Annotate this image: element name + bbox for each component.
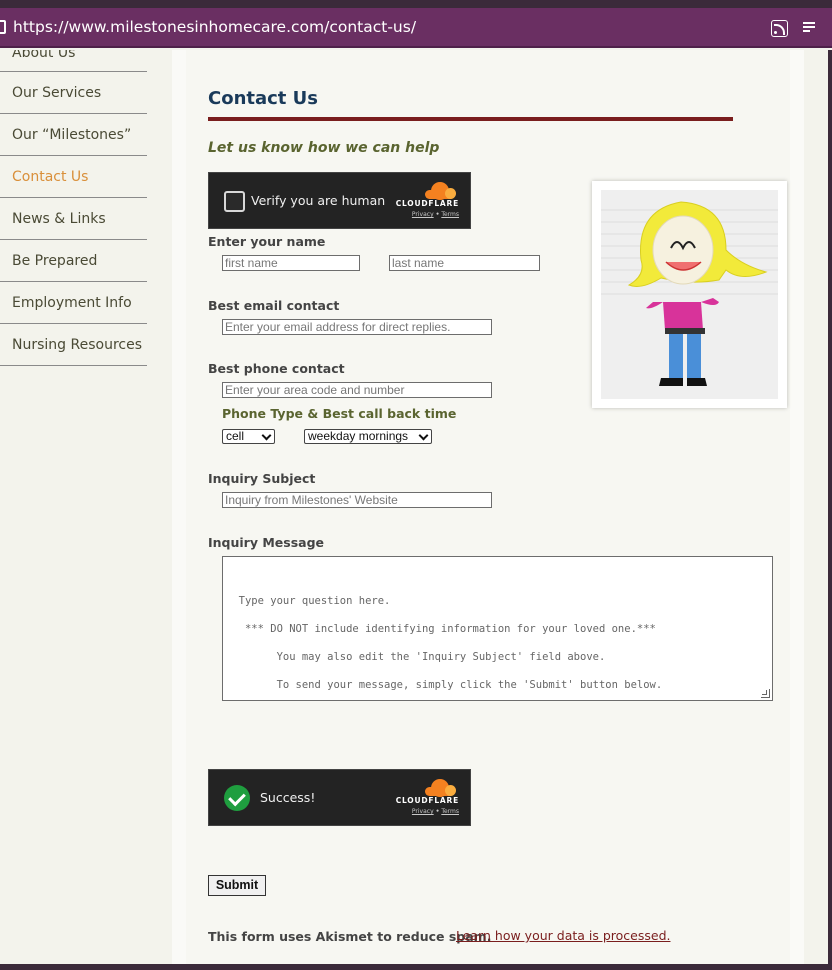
chevron-down-icon [261,430,272,441]
child-drawing-image [601,190,778,399]
subject-input[interactable]: Inquiry from Milestones' Website [222,492,492,508]
message-placeholder: Type your question here. *** DO NOT incl… [238,595,663,691]
page-title: Contact Us [208,88,319,109]
captcha-verify-label: Verify you are human [251,193,386,208]
address-bar[interactable]: https://www.milestonesinhomecare.com/con… [0,8,832,48]
captcha-privacy-link[interactable]: Privacy [412,808,434,815]
email-label: Best email contact [208,298,340,313]
phone-label: Best phone contact [208,361,345,376]
phone-input[interactable]: Enter your area code and number [222,382,492,398]
captcha-terms-link[interactable]: Terms [441,211,459,218]
callback-time-value: weekday mornings [308,429,409,443]
cloudflare-brand: CLOUDFLARE [395,199,459,208]
last-name-input[interactable]: last name [389,255,540,271]
captcha-links: Privacy • Terms [389,808,459,815]
message-textarea[interactable]: Type your question here. *** DO NOT incl… [222,556,773,701]
sidebar-item-news-links[interactable]: News & Links [0,198,147,240]
phone-type-label: Phone Type & Best call back time [222,406,457,421]
email-input[interactable]: Enter your email address for direct repl… [222,319,492,335]
captcha-terms-link[interactable]: Terms [441,808,459,815]
chevron-down-icon [418,430,429,441]
captcha-link-separator: • [435,211,440,218]
sidebar-item-our-services[interactable]: Our Services [0,72,147,114]
sidebar-item-about-us[interactable]: About Us [0,50,147,72]
cloudflare-logo: CLOUDFLARE Privacy • Terms [389,779,459,819]
captcha-link-separator: • [435,808,440,815]
title-divider [208,117,733,121]
submit-button[interactable]: Submit [208,875,266,896]
callback-time-select[interactable]: weekday mornings [304,429,432,444]
sidebar-item-employment-info[interactable]: Employment Info [0,282,147,324]
reader-view-icon[interactable] [803,22,815,33]
cloudflare-logo: CLOUDFLARE Privacy • Terms [389,182,459,222]
resize-handle-icon[interactable] [761,689,770,698]
phone-type-select[interactable]: cell [222,429,275,444]
window-top-edge [0,0,832,8]
subject-label: Inquiry Subject [208,471,316,486]
rss-icon[interactable] [771,20,788,37]
sidebar-item-our-milestones[interactable]: Our “Milestones” [0,114,147,156]
child-drawing-frame [592,181,787,408]
sidebar-item-be-prepared[interactable]: Be Prepared [0,240,147,282]
check-circle-icon [224,785,250,811]
page-subtitle: Let us know how we can help [208,140,440,156]
captcha-success-label: Success! [260,790,316,805]
captcha-links: Privacy • Terms [389,211,459,218]
captcha-success-widget: Success! CLOUDFLARE Privacy • Terms [208,769,471,826]
captcha-verify-widget: Verify you are human CLOUDFLARE Privacy … [208,172,471,229]
url-text[interactable]: https://www.milestonesinhomecare.com/con… [13,18,416,36]
cloudflare-brand: CLOUDFLARE [395,796,459,805]
akismet-notice: This form uses Akismet to reduce spam. [208,929,492,944]
sidebar-nav: About Us Our Services Our “Milestones” C… [0,50,150,366]
window-right-edge [828,50,832,964]
message-label: Inquiry Message [208,535,325,550]
captcha-checkbox[interactable] [224,191,245,212]
window-bottom-edge [0,964,832,970]
sidebar-item-contact-us[interactable]: Contact Us [0,156,147,198]
name-label: Enter your name [208,234,326,249]
first-name-input[interactable]: first name [222,255,360,271]
phone-type-value: cell [226,429,245,443]
sidebar-item-nursing-resources[interactable]: Nursing Resources [0,324,147,366]
cloud-icon [425,779,456,797]
lock-icon [0,20,6,34]
akismet-privacy-link[interactable]: Learn how your data is processed. [456,928,670,943]
cloud-icon [425,182,456,200]
captcha-privacy-link[interactable]: Privacy [412,211,434,218]
